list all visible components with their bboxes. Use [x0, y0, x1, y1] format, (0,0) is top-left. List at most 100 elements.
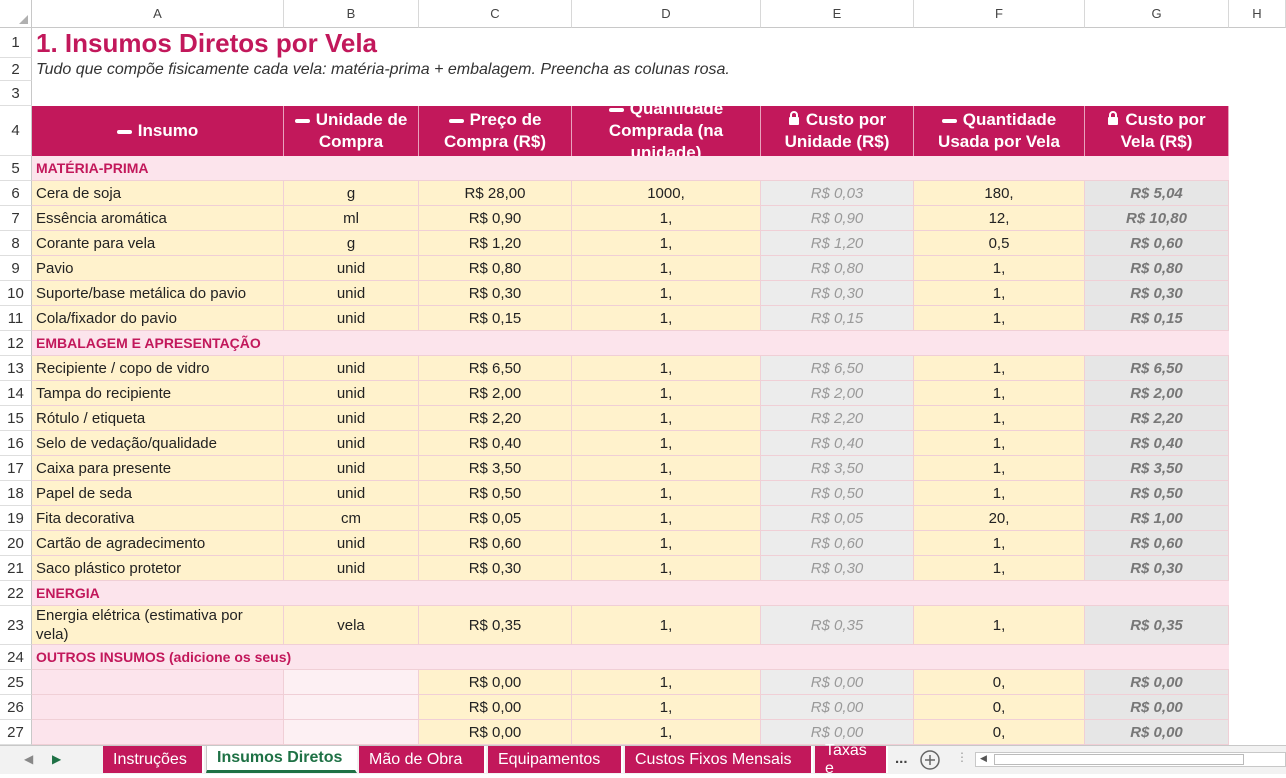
row-header-6[interactable]: 6	[0, 181, 32, 206]
cell-preco[interactable]: R$ 0,00	[419, 720, 572, 745]
cell-qtd-comprada[interactable]: 1,	[572, 406, 761, 431]
sheet-tab[interactable]: Equipamentos	[488, 746, 623, 773]
cell-preco[interactable]: R$ 28,00	[419, 181, 572, 206]
cell-qtd-comprada[interactable]: 1,	[572, 670, 761, 695]
column-header-c[interactable]: C	[419, 0, 572, 28]
cell-unidade[interactable]	[284, 695, 419, 720]
sheet-tab[interactable]: Instruções	[103, 746, 204, 773]
cell-insumo[interactable]: Saco plástico protetor	[32, 556, 284, 581]
cell-unidade[interactable]: unid	[284, 356, 419, 381]
cell-insumo[interactable]	[32, 720, 284, 745]
cell-preco[interactable]: R$ 0,00	[419, 670, 572, 695]
cell-unidade[interactable]: g	[284, 181, 419, 206]
row-header-17[interactable]: 17	[0, 456, 32, 481]
cell-unidade[interactable]: unid	[284, 381, 419, 406]
splitter-icon[interactable]: ⋮	[956, 750, 968, 764]
cell-insumo[interactable]: Papel de seda	[32, 481, 284, 506]
cell-preco[interactable]: R$ 0,30	[419, 556, 572, 581]
header-unidade[interactable]: Unidade de Compra	[284, 106, 419, 156]
cell-unidade[interactable]: ml	[284, 206, 419, 231]
cell-qtd-usada[interactable]: 1,	[914, 406, 1085, 431]
cell-unidade[interactable]: g	[284, 231, 419, 256]
row-header-12[interactable]: 12	[0, 331, 32, 356]
cell-insumo[interactable]	[32, 695, 284, 720]
row-header-27[interactable]: 27	[0, 720, 32, 745]
row-header-21[interactable]: 21	[0, 556, 32, 581]
cell-preco[interactable]: R$ 0,50	[419, 481, 572, 506]
cell-unidade[interactable]: unid	[284, 556, 419, 581]
column-header-g[interactable]: G	[1085, 0, 1229, 28]
header-qtd-comprada[interactable]: Quantidade Comprada (na unidade)	[572, 106, 761, 156]
row-header-2[interactable]: 2	[0, 58, 32, 81]
row-header-22[interactable]: 22	[0, 581, 32, 606]
cell-insumo[interactable]: Corante para vela	[32, 231, 284, 256]
row-header-4[interactable]: 4	[0, 106, 32, 156]
sheet-tab[interactable]: Custos Fixos Mensais	[625, 746, 813, 773]
cell-preco[interactable]: R$ 1,20	[419, 231, 572, 256]
sheet-tab[interactable]: Insumos Diretos	[206, 746, 357, 773]
cell-preco[interactable]: R$ 0,80	[419, 256, 572, 281]
row-header-10[interactable]: 10	[0, 281, 32, 306]
cell-qtd-usada[interactable]: 1,	[914, 556, 1085, 581]
header-qtd-usada[interactable]: Quantidade Usada por Vela	[914, 106, 1085, 156]
cell-qtd-usada[interactable]: 1,	[914, 531, 1085, 556]
cell-preco[interactable]: R$ 0,15	[419, 306, 572, 331]
cell-qtd-usada[interactable]: 1,	[914, 381, 1085, 406]
cell-preco[interactable]: R$ 0,40	[419, 431, 572, 456]
column-header-a[interactable]: A	[32, 0, 284, 28]
tab-overflow[interactable]: ...	[895, 750, 908, 767]
cell-qtd-comprada[interactable]: 1,	[572, 381, 761, 406]
cell-unidade[interactable]	[284, 720, 419, 745]
cell-preco[interactable]: R$ 3,50	[419, 456, 572, 481]
cell-qtd-comprada[interactable]: 1,	[572, 606, 761, 645]
header-preco[interactable]: Preço de Compra (R$)	[419, 106, 572, 156]
cell-insumo[interactable]: Selo de vedação/qualidade	[32, 431, 284, 456]
horizontal-scrollbar[interactable]: ◀	[975, 752, 1286, 767]
row-header-9[interactable]: 9	[0, 256, 32, 281]
cell-qtd-comprada[interactable]: 1,	[572, 231, 761, 256]
row-header-13[interactable]: 13	[0, 356, 32, 381]
cell-insumo[interactable]: Caixa para presente	[32, 456, 284, 481]
row-header-8[interactable]: 8	[0, 231, 32, 256]
header-insumo[interactable]: Insumo	[32, 106, 284, 156]
column-header-f[interactable]: F	[914, 0, 1085, 28]
cell-preco[interactable]: R$ 2,20	[419, 406, 572, 431]
cell-preco[interactable]: R$ 0,60	[419, 531, 572, 556]
cell-qtd-comprada[interactable]: 1,	[572, 356, 761, 381]
cell-preco[interactable]: R$ 6,50	[419, 356, 572, 381]
cell-qtd-comprada[interactable]: 1,	[572, 281, 761, 306]
cell-qtd-comprada[interactable]: 1,	[572, 256, 761, 281]
cell-qtd-usada[interactable]: 0,	[914, 670, 1085, 695]
cell-qtd-comprada[interactable]: 1,	[572, 720, 761, 745]
cell-qtd-usada[interactable]: 1,	[914, 606, 1085, 645]
cell-unidade[interactable]: cm	[284, 506, 419, 531]
select-all-corner[interactable]	[0, 0, 32, 28]
sheet-tab[interactable]: Mão de Obra	[359, 746, 486, 773]
cell-qtd-comprada[interactable]: 1,	[572, 695, 761, 720]
cell-qtd-usada[interactable]: 1,	[914, 481, 1085, 506]
cell-qtd-usada[interactable]: 20,	[914, 506, 1085, 531]
row-header-5[interactable]: 5	[0, 156, 32, 181]
row-header-16[interactable]: 16	[0, 431, 32, 456]
cell-qtd-comprada[interactable]: 1,	[572, 456, 761, 481]
cell-unidade[interactable]: unid	[284, 306, 419, 331]
column-header-e[interactable]: E	[761, 0, 914, 28]
cell-insumo[interactable]: Recipiente / copo de vidro	[32, 356, 284, 381]
cell-qtd-usada[interactable]: 1,	[914, 256, 1085, 281]
row-header-15[interactable]: 15	[0, 406, 32, 431]
cell-qtd-usada[interactable]: 1,	[914, 456, 1085, 481]
cell-insumo[interactable]: Energia elétrica (estimativa por vela)	[32, 606, 284, 645]
cell-unidade[interactable]	[284, 670, 419, 695]
cell-qtd-comprada[interactable]: 1,	[572, 556, 761, 581]
row-header-14[interactable]: 14	[0, 381, 32, 406]
cell-insumo[interactable]: Tampa do recipiente	[32, 381, 284, 406]
cell-unidade[interactable]: unid	[284, 256, 419, 281]
cell-qtd-usada[interactable]: 0,	[914, 695, 1085, 720]
cell-qtd-comprada[interactable]: 1000,	[572, 181, 761, 206]
row-header-23[interactable]: 23	[0, 606, 32, 645]
cell-qtd-comprada[interactable]: 1,	[572, 481, 761, 506]
add-sheet-icon[interactable]	[919, 749, 941, 774]
cell-unidade[interactable]: unid	[284, 431, 419, 456]
row-header-18[interactable]: 18	[0, 481, 32, 506]
sheet-tab[interactable]: Taxas e	[815, 742, 888, 777]
